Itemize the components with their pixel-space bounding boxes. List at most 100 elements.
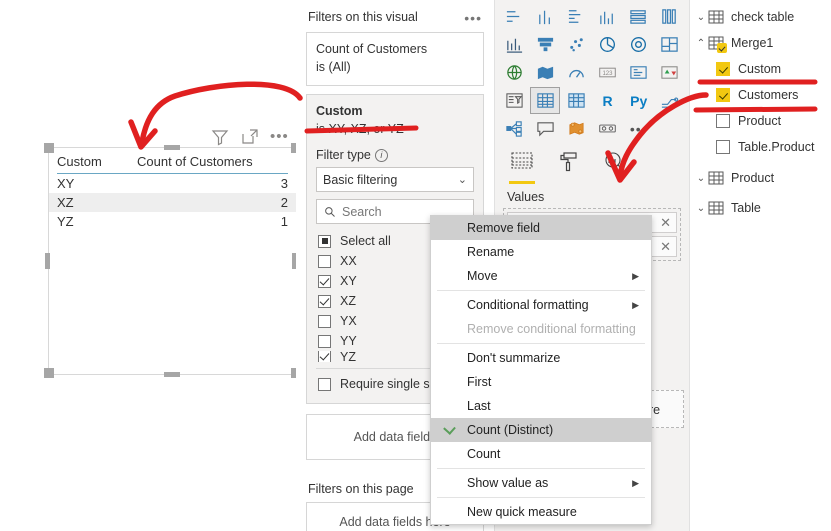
field-context-menu[interactable]: Remove field Rename Move ▶ Conditional f… (430, 215, 652, 525)
filter-type-dropdown[interactable]: Basic filtering ⌄ (316, 167, 474, 192)
menu-item-first[interactable]: First (431, 370, 651, 394)
remove-field-icon[interactable]: ✕ (660, 215, 671, 231)
checkbox-icon[interactable] (318, 377, 331, 391)
chevron-right-icon[interactable]: ⌄ (694, 12, 708, 23)
stacked-bar-chart-icon[interactable] (499, 3, 530, 30)
visual-header-toolbar[interactable]: ••• (210, 127, 289, 147)
table-row[interactable]: XY 3 (49, 174, 296, 193)
checkbox-icon[interactable] (716, 62, 730, 76)
key-influencers-icon[interactable] (499, 115, 530, 142)
arcgis-maps-icon[interactable] (561, 115, 592, 142)
treemap-icon[interactable] (654, 31, 685, 58)
fields-pane-icon (511, 152, 533, 169)
fields-item-check-table[interactable]: ⌄ check table (690, 4, 831, 30)
filter-type-value: Basic filtering (323, 172, 398, 187)
report-canvas[interactable]: ••• Custom Count of Customers XY 3 XZ 2 … (0, 0, 301, 531)
menu-item-count-distinct[interactable]: Count (Distinct) (431, 418, 651, 442)
viz-pane-tabs[interactable] (495, 142, 689, 184)
resize-handle-top-left[interactable] (44, 143, 54, 153)
menu-item-show-value-as[interactable]: Show value as ▶ (431, 471, 651, 495)
smart-narrative-icon[interactable] (530, 115, 561, 142)
filter-card-field-name: Custom (316, 104, 363, 118)
scatter-chart-icon[interactable] (561, 31, 592, 58)
column-header-count-of-customers[interactable]: Count of Customers (137, 154, 288, 169)
filter-icon[interactable] (210, 127, 230, 147)
focus-mode-icon[interactable] (240, 127, 260, 147)
resize-handle-top-center[interactable] (164, 145, 180, 150)
slicer-icon[interactable] (499, 87, 530, 114)
filter-item-label: XZ (340, 294, 356, 308)
fields-item-customers[interactable]: Customers (690, 82, 831, 108)
filter-card-condition: is XY, XZ, or YZ (316, 122, 404, 136)
map-icon[interactable] (499, 59, 530, 86)
matrix-icon[interactable] (561, 87, 592, 114)
checkbox-icon[interactable] (716, 88, 730, 102)
resize-handle-bottom-left[interactable] (44, 368, 54, 378)
donut-chart-icon[interactable] (623, 31, 654, 58)
checkbox-icon[interactable] (716, 114, 730, 128)
checkbox-icon[interactable] (318, 334, 331, 348)
info-icon[interactable]: i (374, 148, 388, 162)
menu-item-remove-conditional-formatting: Remove conditional formatting (467, 322, 636, 336)
filters-pane-more-icon[interactable]: ••• (464, 10, 482, 26)
fields-item-product[interactable]: Product (690, 108, 831, 134)
funnel-chart-icon[interactable] (530, 31, 561, 58)
table-row[interactable]: XZ 2 (49, 193, 296, 212)
fields-tab[interactable] (509, 150, 535, 184)
paginated-report-icon[interactable] (592, 115, 623, 142)
menu-item-new-quick-measure[interactable]: New quick measure (431, 500, 651, 524)
gauge-icon[interactable] (561, 59, 592, 86)
resize-handle-bottom-center[interactable] (164, 372, 180, 377)
checkbox-icon[interactable] (318, 274, 331, 288)
clustered-bar-chart-icon[interactable] (561, 3, 592, 30)
r-script-visual-icon[interactable]: R (592, 87, 623, 114)
visual-type-gallery[interactable]: 123 R Py ••• (495, 0, 689, 142)
menu-item-conditional-formatting[interactable]: Conditional formatting ▶ (431, 293, 651, 317)
line-chart-icon[interactable] (499, 31, 530, 58)
analytics-tab[interactable] (601, 150, 627, 184)
fields-item-merge1[interactable]: ⌃ Merge1 (690, 30, 831, 56)
checkbox-icon[interactable] (318, 351, 331, 362)
menu-item-count[interactable]: Count (431, 442, 651, 466)
filter-card-count-of-customers[interactable]: Count of Customers is (All) (306, 32, 484, 86)
100-stacked-bar-icon[interactable] (623, 3, 654, 30)
menu-item-rename[interactable]: Rename (431, 240, 651, 264)
checkbox-icon[interactable] (318, 294, 331, 308)
chevron-right-icon[interactable]: ⌄ (694, 173, 708, 184)
python-visual-icon[interactable]: Py (623, 87, 654, 114)
pie-chart-icon[interactable] (592, 31, 623, 58)
100-stacked-column-icon[interactable] (654, 3, 685, 30)
visual-more-options-icon[interactable]: ••• (270, 129, 289, 144)
card-icon[interactable]: 123 (592, 59, 623, 86)
decomposition-tree-icon[interactable] (654, 87, 685, 114)
checkbox-icon[interactable] (318, 314, 331, 328)
resize-handle-middle-left[interactable] (45, 253, 50, 269)
remove-field-icon[interactable]: ✕ (660, 239, 671, 255)
format-tab[interactable] (555, 150, 581, 184)
kpi-icon[interactable] (654, 59, 685, 86)
table-icon[interactable] (530, 87, 561, 114)
column-header-custom[interactable]: Custom (57, 154, 137, 169)
menu-item-move[interactable]: Move ▶ (431, 264, 651, 288)
multi-row-card-icon[interactable] (623, 59, 654, 86)
fields-item-table[interactable]: ⌄ Table (690, 195, 831, 221)
menu-item-last[interactable]: Last (431, 394, 651, 418)
stacked-column-chart-icon[interactable] (530, 3, 561, 30)
search-icon (325, 206, 335, 217)
fields-item-table-product[interactable]: Table.Product (690, 134, 831, 160)
fields-item-custom[interactable]: Custom (690, 56, 831, 82)
checkbox-icon[interactable] (318, 234, 331, 248)
chevron-down-icon[interactable]: ⌃ (694, 38, 708, 49)
table-row[interactable]: YZ 1 (49, 212, 296, 231)
filled-map-icon[interactable] (530, 59, 561, 86)
checkbox-icon[interactable] (716, 140, 730, 154)
table-visual[interactable]: Custom Count of Customers XY 3 XZ 2 YZ 1 (48, 147, 297, 375)
fields-item-product-table[interactable]: ⌄ Product (690, 165, 831, 191)
clustered-column-chart-icon[interactable] (592, 3, 623, 30)
menu-item-dont-summarize[interactable]: Don't summarize (431, 346, 651, 370)
filter-card-condition: is (All) (316, 60, 351, 74)
chevron-right-icon[interactable]: ⌄ (694, 203, 708, 214)
more-visuals-icon[interactable]: ••• (623, 115, 654, 142)
checkbox-icon[interactable] (318, 254, 331, 268)
menu-item-remove-field[interactable]: Remove field (431, 216, 651, 240)
